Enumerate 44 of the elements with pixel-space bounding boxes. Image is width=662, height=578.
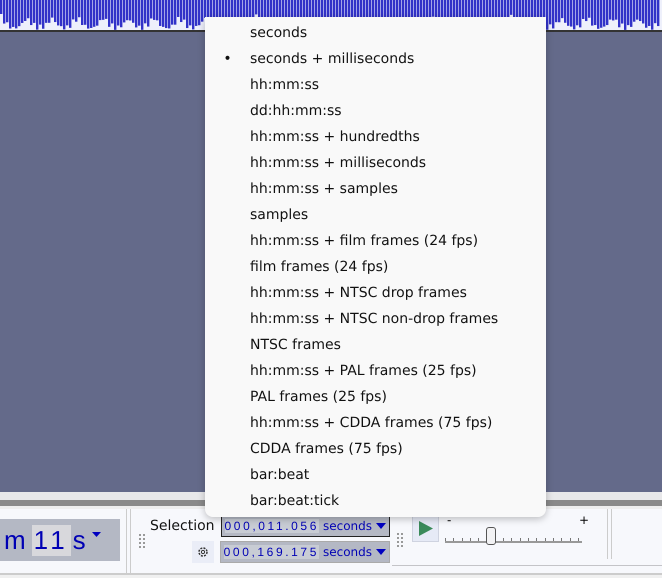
menu-item[interactable]: hh:mm:ss + CDDA frames (75 fps) [205, 410, 546, 436]
selected-bullet: • [223, 51, 232, 67]
menu-item[interactable]: hh:mm:ss + hundredths [205, 124, 546, 150]
speed-slider[interactable] [445, 529, 582, 543]
plus-label: + [578, 515, 590, 525]
time-value: 000,169.175 [224, 545, 319, 559]
time-unit: m [4, 524, 30, 556]
menu-item[interactable]: samples [205, 202, 546, 228]
unit-label: seconds [322, 545, 372, 559]
menu-item[interactable]: hh:mm:ss + milliseconds [205, 150, 546, 176]
menu-item[interactable]: hh:mm:ss + samples [205, 176, 546, 202]
selection-start-field[interactable]: 000,011.056 seconds [220, 515, 390, 537]
menu-item[interactable]: hh:mm:ss + PAL frames (25 fps) [205, 358, 546, 384]
menu-item[interactable]: PAL frames (25 fps) [205, 384, 546, 410]
menu-item[interactable]: film frames (24 fps) [205, 254, 546, 280]
menu-item[interactable]: dd:hh:mm:ss [205, 98, 546, 124]
unit-label: seconds [322, 519, 372, 533]
menu-item[interactable]: hh:mm:ss + NTSC drop frames [205, 280, 546, 306]
minus-label: - [447, 515, 452, 525]
slider-thumb[interactable] [486, 527, 496, 545]
caret-icon [376, 523, 386, 529]
settings-icon [196, 546, 209, 558]
menu-item[interactable]: • seconds + milliseconds [205, 46, 546, 72]
menu-item[interactable]: hh:mm:ss [205, 72, 546, 98]
selection-end-field[interactable]: 000,169.175 seconds [220, 541, 390, 563]
time-value: 000,011.056 [224, 519, 319, 533]
selection-label: Selection [150, 518, 215, 534]
caret-icon [92, 532, 101, 538]
settings-button[interactable] [192, 541, 214, 563]
menu-item[interactable]: hh:mm:ss + NTSC non-drop frames [205, 306, 546, 332]
time-display[interactable]: m 11 s [0, 519, 120, 561]
menu-item[interactable]: hh:mm:ss + film frames (24 fps) [205, 228, 546, 254]
time-unit: s [72, 524, 90, 556]
menu-item[interactable]: bar:beat [205, 462, 546, 488]
grip-icon[interactable] [397, 533, 404, 547]
caret-icon [376, 549, 386, 555]
time-digits: 11 [32, 524, 71, 556]
menu-item[interactable]: CDDA frames (75 fps) [205, 436, 546, 462]
menu-item[interactable]: bar:beat:tick [205, 488, 546, 514]
play-icon [418, 521, 433, 536]
grip-icon[interactable] [139, 534, 145, 548]
menu-item[interactable]: NTSC frames [205, 332, 546, 358]
menu-item[interactable]: seconds [205, 20, 546, 46]
play-button[interactable] [412, 515, 440, 542]
